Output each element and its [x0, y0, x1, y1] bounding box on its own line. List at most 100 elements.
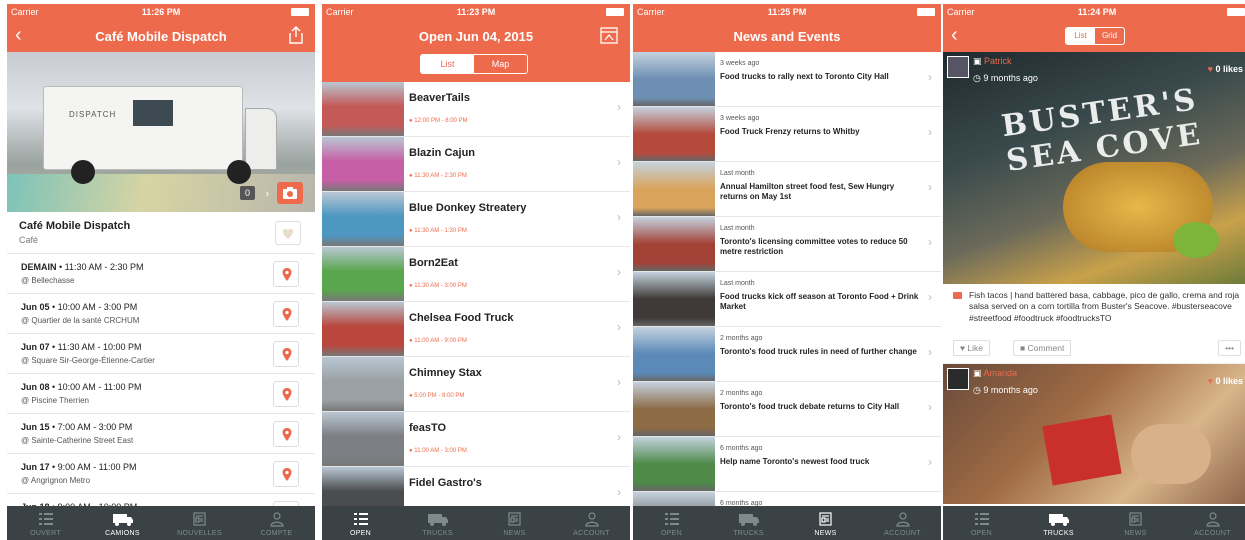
schedule-place: @ Bellechasse	[21, 276, 75, 285]
account-icon	[1174, 511, 1245, 528]
tab-trucks[interactable]: TRUCKS	[710, 506, 787, 540]
clock-icon: ●	[409, 173, 413, 179]
status-bar: Carrier 11:23 PM	[322, 4, 630, 20]
post-time: 9 months ago	[983, 73, 1038, 83]
news-row[interactable]: Last month Annual Hamilton street food fe…	[633, 162, 941, 217]
schedule-row[interactable]: Jun 08 • 10:00 AM - 11:00 PM @ Piscine Th…	[7, 374, 315, 414]
chevron-right-icon: ›	[617, 265, 621, 279]
status-time: 11:24 PM	[1077, 7, 1117, 17]
tab-account[interactable]: COMPTE	[238, 506, 315, 540]
map-pin-button[interactable]	[273, 461, 299, 487]
post-time: 9 months ago	[983, 385, 1038, 395]
clock-icon: ●	[409, 448, 413, 454]
news-headline: Toronto's food truck debate returns to C…	[720, 402, 900, 411]
status-bar: Carrier 11:24 PM	[943, 4, 1245, 20]
tab-trucks[interactable]: CAMIONS	[84, 506, 161, 540]
schedule-row[interactable]: Jun 17 • 9:00 AM - 11:00 PM @ Angrignon M…	[7, 454, 315, 494]
post-photo[interactable]: ▣ Amanda ◷ 9 months ago ♥ 0 likes	[943, 364, 1245, 504]
photo-count[interactable]: 0	[239, 186, 255, 200]
tab-news[interactable]: NEWS	[476, 506, 553, 540]
calendar-icon[interactable]	[600, 26, 618, 49]
tab-news[interactable]: NEWS	[787, 506, 864, 540]
map-pin-button[interactable]	[273, 341, 299, 367]
map-pin-button[interactable]	[273, 261, 299, 287]
segment-grid[interactable]: Grid	[1095, 28, 1124, 44]
segment-list[interactable]: List	[1066, 28, 1095, 44]
avatar[interactable]	[947, 56, 969, 78]
tab-trucks[interactable]: TRUCKS	[399, 506, 476, 540]
tab-label: ACCOUNT	[884, 530, 921, 537]
tab-news[interactable]: NOUVELLES	[161, 506, 238, 540]
news-thumbnail	[633, 437, 715, 491]
clock-icon: ◷	[973, 73, 981, 83]
post-photo[interactable]: BUSTER'S SEA COVE ▣ Patrick ◷ 9 months a…	[943, 52, 1245, 284]
tab-open[interactable]: OPEN	[633, 506, 710, 540]
tab-open[interactable]: OPEN	[943, 506, 1020, 540]
truck-row[interactable]: Blue Donkey Streatery ● 11:30 AM - 1:30 P…	[322, 192, 630, 247]
like-button[interactable]: ♥ Like	[953, 340, 991, 356]
share-icon[interactable]	[289, 26, 303, 49]
camera-button[interactable]	[277, 182, 303, 204]
tab-bar: OPEN TRUCKS NEWS ACCOUNT	[633, 506, 941, 540]
segment-map[interactable]: Map	[474, 55, 527, 73]
tab-label: TRUCKS	[733, 530, 764, 537]
schedule-row[interactable]: Jun 07 • 11:30 AM - 10:00 PM @ Square Sir…	[7, 334, 315, 374]
tab-label: CAMIONS	[105, 530, 140, 537]
schedule-row[interactable]: DEMAIN • 11:30 AM - 2:30 PM @ Bellechasse	[7, 254, 315, 294]
back-arrow-icon[interactable]: ‹	[951, 24, 958, 47]
news-row[interactable]: 6 months ago Help name Toronto's newest f…	[633, 437, 941, 492]
schedule-row[interactable]: Jun 15 • 7:00 AM - 3:00 PM @ Sainte-Cathe…	[7, 414, 315, 454]
map-pin-button[interactable]	[273, 301, 299, 327]
account-icon	[864, 511, 941, 528]
truck-thumbnail	[322, 82, 404, 136]
tab-open[interactable]: OPEN	[322, 506, 399, 540]
nav-bar: News and Events	[633, 20, 941, 52]
status-bar: Carrier 11:25 PM	[633, 4, 941, 20]
news-row[interactable]: Last month Toronto's licensing committee …	[633, 217, 941, 272]
post-user[interactable]: Patrick	[984, 56, 1012, 66]
truck-row[interactable]: Chimney Stax ● 5:00 PM - 8:00 PM ›	[322, 357, 630, 412]
comment-button[interactable]: ■ Comment	[1013, 340, 1072, 356]
chevron-right-icon: ›	[928, 455, 932, 469]
list-icon	[943, 511, 1020, 528]
truck-row[interactable]: Born2Eat ● 11:30 AM - 3:00 PM ›	[322, 247, 630, 302]
news-row[interactable]: Last month Food trucks kick off season at…	[633, 272, 941, 327]
truck-photo[interactable]: DISPATCH 0 ›	[7, 52, 315, 212]
news-headline: Annual Hamilton street food fest, Sew Hu…	[720, 182, 895, 201]
tab-news[interactable]: NEWS	[1097, 506, 1174, 540]
schedule-day: Jun 08	[21, 382, 50, 392]
tab-account[interactable]: ACCOUNT	[1174, 506, 1245, 540]
avatar[interactable]	[947, 368, 969, 390]
news-row[interactable]: 3 weeks ago Food trucks to rally next to …	[633, 52, 941, 107]
news-thumbnail	[633, 327, 715, 381]
tab-account[interactable]: ACCOUNT	[553, 506, 630, 540]
post-user[interactable]: Amanda	[984, 368, 1018, 378]
more-button[interactable]: •••	[1218, 340, 1241, 356]
truck-list: BeaverTails ● 12:00 PM - 8:00 PM › Blazin C…	[322, 82, 630, 522]
truck-row[interactable]: BeaverTails ● 12:00 PM - 8:00 PM ›	[322, 82, 630, 137]
news-row[interactable]: 3 weeks ago Food Truck Frenzy returns to …	[633, 107, 941, 162]
news-icon	[161, 511, 238, 528]
map-pin-button[interactable]	[273, 381, 299, 407]
news-row[interactable]: 2 months ago Toronto's food truck debate …	[633, 382, 941, 437]
comment-icon	[953, 292, 962, 299]
screen-news: Carrier 11:25 PM News and Events 3 weeks…	[633, 4, 941, 540]
heart-icon: ♥	[1207, 376, 1213, 386]
schedule-row[interactable]: Jun 05 • 10:00 AM - 3:00 PM @ Quartier de…	[7, 294, 315, 334]
chevron-right-icon: ›	[928, 125, 932, 139]
clock-icon: ●	[409, 338, 413, 344]
favorite-button[interactable]	[275, 221, 301, 245]
tab-account[interactable]: ACCOUNT	[864, 506, 941, 540]
segment-list[interactable]: List	[421, 55, 474, 73]
tab-open[interactable]: OUVERT	[7, 506, 84, 540]
truck-row[interactable]: feasTO ● 11:00 AM - 3:00 PM ›	[322, 412, 630, 467]
news-row[interactable]: 2 months ago Toronto's food truck rules i…	[633, 327, 941, 382]
schedule-hours: • 11:30 AM - 10:00 PM	[49, 342, 142, 352]
tab-label: OPEN	[970, 530, 993, 537]
map-pin-button[interactable]	[273, 421, 299, 447]
photo-icon: ▣	[973, 56, 982, 66]
tab-trucks[interactable]: TRUCKS	[1020, 506, 1097, 540]
truck-row[interactable]: Chelsea Food Truck ● 11:00 AM - 9:00 PM ›	[322, 302, 630, 357]
truck-row[interactable]: Blazin Cajun ● 11:30 AM - 2:30 PM ›	[322, 137, 630, 192]
tab-label: TRUCKS	[422, 530, 453, 537]
